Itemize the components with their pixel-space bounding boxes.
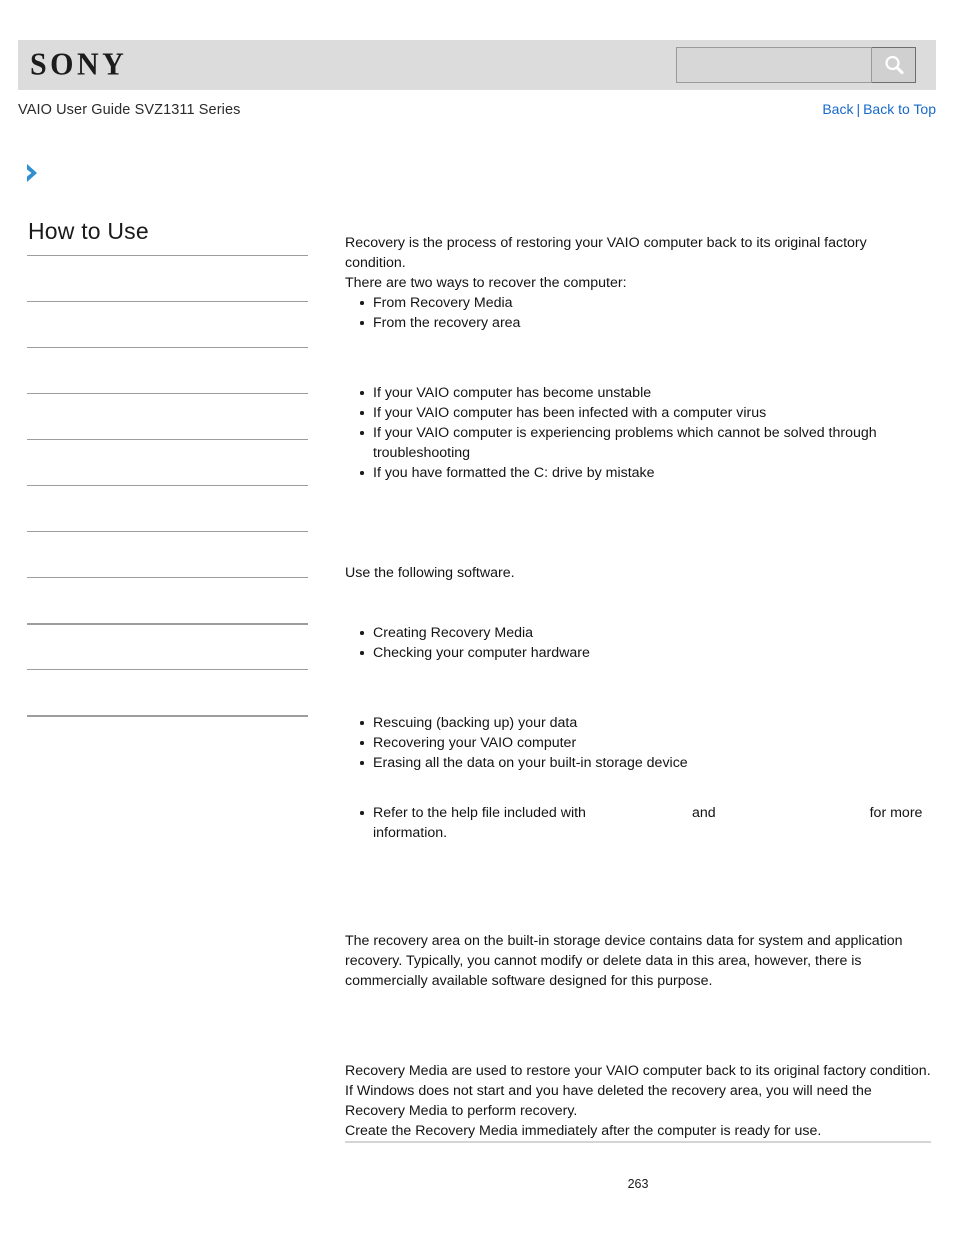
- list-item: If your VAIO computer has become unstabl…: [360, 383, 931, 403]
- sidebar: How to Use: [27, 218, 308, 761]
- footer-divider: [345, 1141, 931, 1143]
- sidebar-item-3[interactable]: [27, 392, 308, 439]
- intro-paragraph-1: Recovery is the process of restoring you…: [345, 235, 867, 271]
- software-group-1-heading: [345, 603, 931, 623]
- software-group-1-list: Creating Recovery Media Checking your co…: [345, 623, 931, 663]
- sidebar-item-7[interactable]: [27, 576, 308, 623]
- sidebar-item-1[interactable]: [27, 300, 308, 347]
- back-link[interactable]: Back: [822, 101, 853, 117]
- software-group-2-heading: [345, 693, 931, 713]
- recovery-area-heading: [345, 901, 931, 921]
- help-file-note-list: Refer to the help file included with and f…: [345, 803, 931, 843]
- list-item: If your VAIO computer is experiencing pr…: [360, 423, 931, 463]
- search-area: [676, 47, 916, 83]
- list-item: If your VAIO computer has been infected …: [360, 403, 931, 423]
- note-prefix: Refer to the help file included with: [373, 805, 586, 821]
- sidebar-item-9[interactable]: [27, 668, 308, 715]
- software-section-heading: [345, 523, 931, 543]
- sony-logo: SONY: [30, 46, 128, 82]
- sidebar-item-10[interactable]: [27, 714, 308, 761]
- recovery-media-paragraph-1: Recovery Media are used to restore your …: [345, 1063, 931, 1119]
- list-item-help-note: Refer to the help file included with and f…: [360, 803, 931, 843]
- list-item: From Recovery Media: [360, 293, 931, 313]
- search-button[interactable]: [872, 47, 916, 83]
- sidebar-item-6[interactable]: [27, 530, 308, 577]
- note-middle: and: [691, 805, 716, 821]
- top-nav-links: Back | Back to Top: [822, 101, 936, 117]
- sidebar-item-2[interactable]: [27, 346, 308, 393]
- intro-paragraph-2: There are two ways to recover the comput…: [345, 275, 627, 291]
- list-item: Creating Recovery Media: [360, 623, 931, 643]
- recovery-area-paragraph: The recovery area on the built-in storag…: [345, 933, 903, 989]
- sidebar-item-0[interactable]: [27, 254, 308, 301]
- page-number: 263: [627, 1177, 649, 1191]
- search-icon: [882, 53, 906, 77]
- when-to-recover-list: If your VAIO computer has become unstabl…: [345, 383, 931, 483]
- search-input[interactable]: [676, 47, 872, 83]
- list-item: Recovering your VAIO computer: [360, 733, 931, 753]
- back-to-top-link[interactable]: Back to Top: [863, 101, 936, 117]
- nav-separator: |: [856, 101, 861, 117]
- software-intro: Use the following software.: [345, 565, 515, 581]
- sidebar-item-4[interactable]: [27, 438, 308, 485]
- list-item: Erasing all the data on your built-in st…: [360, 753, 931, 773]
- list-item: Rescuing (backing up) your data: [360, 713, 931, 733]
- list-item: From the recovery area: [360, 313, 931, 333]
- recovery-media-heading: [345, 1031, 931, 1051]
- when-to-recover-heading: [345, 363, 931, 383]
- list-item: Checking your computer hardware: [360, 643, 931, 663]
- recovery-media-paragraph-2: Create the Recovery Media immediately af…: [345, 1123, 822, 1139]
- list-item: If you have formatted the C: drive by mi…: [360, 463, 931, 483]
- sidebar-item-8[interactable]: [27, 622, 308, 669]
- page-title: VAIO User Guide SVZ1311 Series: [18, 102, 241, 118]
- software-group-2-list: Rescuing (backing up) your data Recoveri…: [345, 713, 931, 773]
- header-bar: SONY: [18, 40, 936, 90]
- recover-ways-list: From Recovery Media From the recovery ar…: [345, 293, 931, 333]
- breadcrumb: VAIO User Guide SVZ1311 Series Back | Back…: [18, 101, 936, 118]
- main-content: Recovery is the process of restoring you…: [345, 233, 931, 1141]
- sidebar-heading: How to Use: [28, 218, 149, 244]
- sidebar-item-5[interactable]: [27, 484, 308, 531]
- chevron-right-icon[interactable]: [24, 162, 44, 184]
